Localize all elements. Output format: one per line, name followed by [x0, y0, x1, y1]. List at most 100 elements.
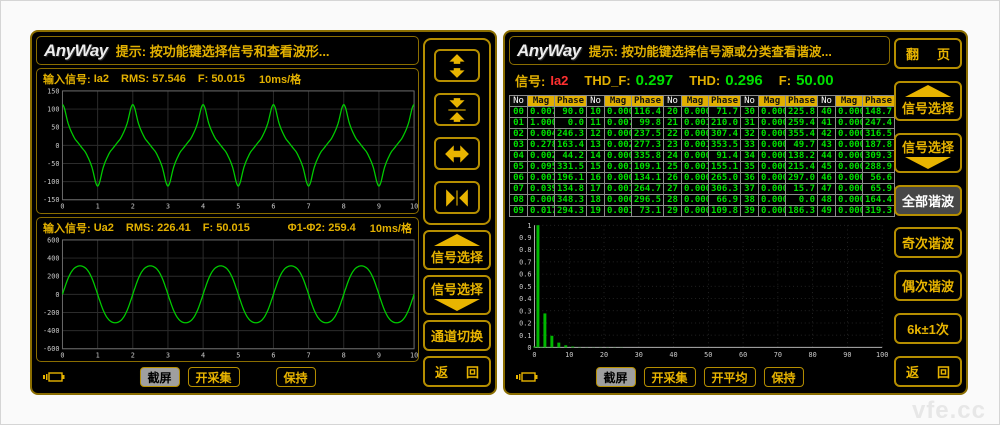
harmonic-cell: 0.0	[786, 195, 818, 206]
svg-text:-200: -200	[43, 308, 59, 316]
expand-horizontal-button[interactable]	[434, 137, 480, 170]
start-capture-button[interactable]: 开采集	[643, 367, 695, 387]
signal-select-down-button[interactable]: 信号选择	[894, 133, 962, 173]
battery-icon	[515, 371, 539, 383]
harmonic-cell: 316.5	[863, 129, 895, 140]
harmonic-cell: 65.9	[863, 184, 895, 195]
svg-text:8: 8	[342, 351, 346, 359]
signal-select-down-button[interactable]: 信号选择	[423, 275, 491, 315]
svg-text:3: 3	[166, 203, 170, 211]
svg-text:0.4: 0.4	[519, 294, 531, 303]
harmonic-cell: 237.5	[632, 129, 664, 140]
harmonic-cell: 0.000	[682, 184, 709, 195]
harmonic-cell: 49.7	[786, 140, 818, 151]
harmonic-cell: 03	[510, 140, 528, 151]
back-button-right[interactable]: 返回	[894, 356, 962, 387]
svg-text:-400: -400	[43, 327, 59, 335]
harmonic-cell: 0.000	[759, 195, 786, 206]
all-harmonics-button[interactable]: 全部谐波	[894, 185, 962, 216]
harmonic-cell: 0.000	[836, 129, 863, 140]
harmonic-cell: 0.000	[836, 173, 863, 184]
signal-select-up-button[interactable]: 信号选择	[423, 230, 491, 270]
harmonic-cell: 34	[741, 151, 759, 162]
wave1-info-row: 输入信号: Ia2 RMS: 57.546 F: 50.015 10ms/格	[37, 69, 418, 87]
svg-text:400: 400	[47, 254, 59, 262]
harmonic-row: 080.000348.3180.000296.5280.00066.9380.0…	[510, 195, 895, 206]
start-average-button[interactable]: 开平均	[704, 367, 756, 387]
six-k-harmonics-button[interactable]: 6k±1次	[894, 313, 962, 344]
svg-text:600: 600	[47, 236, 59, 244]
harmonic-cell: 0.000	[605, 129, 632, 140]
anyway-logo: AnyWay	[44, 41, 108, 61]
harmonic-row: 070.039134.8170.001264.7270.000306.3370.…	[510, 184, 895, 195]
even-harmonics-button[interactable]: 偶次谐波	[894, 270, 962, 301]
screenshot-button[interactable]: 截屏	[595, 367, 635, 387]
harmonic-cell: 0.001	[682, 140, 709, 151]
thd-value: 0.296	[725, 72, 763, 89]
harmonic-cell: 0.004	[528, 129, 555, 140]
harmonic-cell: 0.000	[528, 195, 555, 206]
svg-text:8: 8	[342, 203, 346, 211]
screenshot-button[interactable]: 截屏	[139, 367, 179, 387]
channel-switch-button[interactable]: 通道切换	[423, 320, 491, 351]
signal-value: Ia2	[550, 73, 568, 88]
harmonic-cell: 138.2	[786, 151, 818, 162]
svg-text:9: 9	[377, 351, 381, 359]
odd-harmonics-button[interactable]: 奇次谐波	[894, 227, 962, 258]
wave2-signal-value: Ua2	[94, 222, 114, 234]
harmonic-row: 011.0000.0110.00799.8210.001210.0310.000…	[510, 118, 895, 129]
left-main-area: AnyWay 提示: 按功能键选择信号和查看波形... 输入信号: Ia2 RM…	[36, 36, 419, 389]
harmonic-cell: 187.8	[863, 140, 895, 151]
harmonic-cell: 14	[587, 151, 605, 162]
compress-horizontal-button[interactable]	[434, 181, 480, 214]
svg-text:0.2: 0.2	[519, 318, 531, 327]
harmonic-cell: 26	[664, 173, 682, 184]
svg-text:4: 4	[201, 203, 205, 211]
harmonic-row: 050.095331.5150.001109.1250.001155.1350.…	[510, 162, 895, 173]
hold-button[interactable]: 保持	[276, 367, 316, 387]
harmonic-cell: 265.0	[709, 173, 741, 184]
harmonic-cell: 307.4	[709, 129, 741, 140]
harmonic-cell: 40	[818, 107, 836, 118]
back-button-left[interactable]: 返回	[423, 356, 491, 387]
hold-button[interactable]: 保持	[764, 367, 804, 387]
harmonic-cell: 47	[818, 184, 836, 195]
compress-vertical-button[interactable]	[434, 93, 480, 126]
harmonic-cell: 0.000	[836, 162, 863, 173]
svg-text:20: 20	[600, 350, 608, 359]
harmonic-cell: 0.000	[605, 173, 632, 184]
start-capture-button[interactable]: 开采集	[187, 367, 239, 387]
harmonic-cell: 49	[818, 206, 836, 217]
harmonic-row: 000.00790.0100.000116.4200.00071.7300.00…	[510, 107, 895, 118]
harmonic-cell: 109.8	[709, 206, 741, 217]
svg-text:-600: -600	[43, 345, 59, 353]
table-header-cell: Mag	[605, 96, 632, 107]
svg-text:70: 70	[774, 350, 782, 359]
svg-text:6: 6	[271, 351, 275, 359]
svg-text:0: 0	[532, 350, 536, 359]
harmonic-cell: 0.001	[605, 206, 632, 217]
harmonic-cell: 134.1	[632, 173, 664, 184]
page-flip-button[interactable]: 翻页	[894, 38, 962, 69]
harmonic-cell: 0.001	[682, 118, 709, 129]
right-hint-text: 提示: 按功能键选择信号源或分类查看谐波...	[589, 41, 832, 60]
signal-select-up-button[interactable]: 信号选择	[894, 81, 962, 121]
harmonic-cell: 306.3	[709, 184, 741, 195]
svg-text:80: 80	[808, 350, 816, 359]
harmonic-cell: 15.7	[786, 184, 818, 195]
harmonic-cell: 0.000	[759, 129, 786, 140]
wave2-rms-value: 226.41	[157, 222, 191, 234]
harmonic-cell: 11	[587, 118, 605, 129]
harmonic-cell: 13	[587, 140, 605, 151]
harmonic-cell: 0.000	[836, 184, 863, 195]
signal-info-row: 信号: Ia2 THD_F: 0.297 THD: 0.296 F: 50.00	[509, 68, 890, 92]
harmonic-cell: 0.000	[759, 118, 786, 129]
table-header-cell: Mag	[836, 96, 863, 107]
expand-vertical-button[interactable]	[434, 49, 480, 82]
ua2-waveform-plot: 6004002000-200-400-600012345678910	[37, 236, 418, 362]
harmonic-cell: 196.1	[555, 173, 587, 184]
harmonic-cell: 45	[818, 162, 836, 173]
wave2-freq-label: F:	[203, 222, 213, 234]
harmonic-cell: 0.000	[682, 129, 709, 140]
svg-text:0: 0	[60, 203, 64, 211]
